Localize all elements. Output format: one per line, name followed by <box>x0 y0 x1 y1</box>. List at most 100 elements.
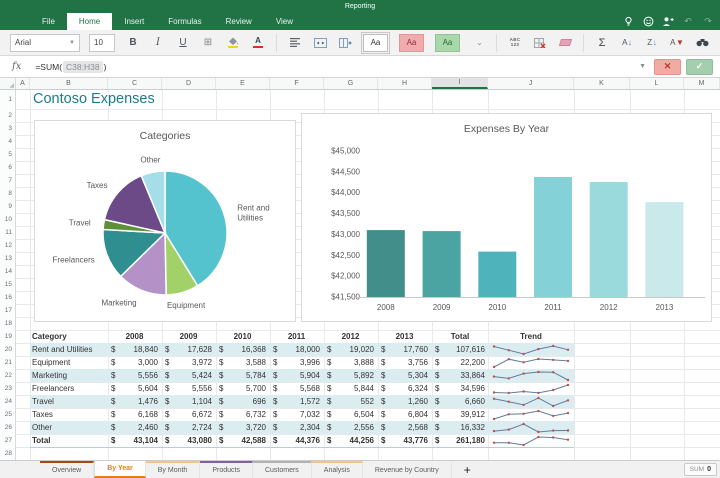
cell-value[interactable]: $1,476 <box>108 395 162 408</box>
column-header-F[interactable]: F <box>270 78 324 89</box>
quick-sum-badge[interactable]: SUM 0 <box>684 463 717 476</box>
row-header-23[interactable]: 23 <box>0 382 15 395</box>
cell-trend[interactable] <box>488 356 574 369</box>
sheet-tab-revenue-by-country[interactable]: Revenue by Country <box>363 461 452 478</box>
cell-value[interactable]: $5,904 <box>270 369 324 382</box>
row-header-3[interactable]: 3 <box>0 122 15 135</box>
cell-category[interactable]: Freelancers <box>30 382 108 395</box>
cell-value[interactable]: $43,776 <box>378 434 432 447</box>
row-header-12[interactable]: 12 <box>0 239 15 252</box>
row-header-2[interactable]: 2 <box>0 109 15 122</box>
cell-value[interactable]: $5,556 <box>108 369 162 382</box>
fx-icon[interactable]: fx <box>12 61 21 72</box>
cell-trend[interactable] <box>488 395 574 408</box>
cell-value[interactable]: $5,604 <box>108 382 162 395</box>
row-header-26[interactable]: 26 <box>0 421 15 434</box>
row-header-7[interactable]: 7 <box>0 174 15 187</box>
cell-value[interactable]: $5,700 <box>216 382 270 395</box>
cell-value[interactable]: $1,260 <box>378 395 432 408</box>
cell-value[interactable]: $5,784 <box>216 369 270 382</box>
cell-category[interactable]: Rent and Utilities <box>30 343 108 356</box>
row-header-17[interactable]: 17 <box>0 304 15 317</box>
share-icon[interactable] <box>662 16 674 28</box>
cell-value[interactable]: $5,844 <box>324 382 378 395</box>
cell-value[interactable]: $2,556 <box>324 421 378 434</box>
cell-value[interactable]: $2,568 <box>378 421 432 434</box>
row-header-18[interactable]: 18 <box>0 317 15 330</box>
confirm-entry-button[interactable]: ✓ <box>686 59 713 75</box>
filter-button[interactable]: A▼ <box>670 34 684 51</box>
row-header-14[interactable]: 14 <box>0 265 15 278</box>
cell-value[interactable]: $43,080 <box>162 434 216 447</box>
bar-chart[interactable]: Expenses By Year $45,000$44,500$44,000$4… <box>301 113 712 322</box>
cell-value[interactable]: $16,368 <box>216 343 270 356</box>
merge-cells-button[interactable] <box>313 34 327 51</box>
ribbon-tab-review[interactable]: Review <box>214 13 264 30</box>
undo-icon[interactable]: ↶ <box>682 16 694 28</box>
add-sheet-button[interactable]: + <box>452 461 483 478</box>
sheet-tab-by-month[interactable]: By Month <box>146 461 201 478</box>
more-styles-button[interactable]: ⌄ <box>471 34 485 51</box>
cell-trend[interactable] <box>488 343 574 356</box>
cell-value[interactable]: $5,892 <box>324 369 378 382</box>
cell-value[interactable]: $6,660 <box>432 395 488 408</box>
row-header-27[interactable]: 27 <box>0 434 15 447</box>
table-header-total[interactable]: Total <box>432 330 488 343</box>
cell-value[interactable]: $552 <box>324 395 378 408</box>
cell-value[interactable]: $5,304 <box>378 369 432 382</box>
cell-value[interactable]: $17,628 <box>162 343 216 356</box>
cell-value[interactable]: $6,732 <box>216 408 270 421</box>
insert-cells-button[interactable] <box>338 34 352 51</box>
cell-value[interactable]: $107,616 <box>432 343 488 356</box>
sheet-tab-overview[interactable]: Overview <box>40 461 94 478</box>
underline-button[interactable]: U <box>176 34 190 51</box>
cell-value[interactable]: $3,756 <box>378 356 432 369</box>
table-header-2012[interactable]: 2012 <box>324 330 378 343</box>
table-header-2009[interactable]: 2009 <box>162 330 216 343</box>
cell-value[interactable]: $7,032 <box>270 408 324 421</box>
cell-value[interactable]: $6,804 <box>378 408 432 421</box>
row-header-28[interactable]: 28 <box>0 447 15 460</box>
cell-value[interactable]: $3,972 <box>162 356 216 369</box>
cell-value[interactable]: $39,912 <box>432 408 488 421</box>
cell-value[interactable]: $3,720 <box>216 421 270 434</box>
cell-value[interactable]: $3,888 <box>324 356 378 369</box>
cell-category[interactable]: Travel <box>30 395 108 408</box>
row-header-21[interactable]: 21 <box>0 356 15 369</box>
font-size-select[interactable]: 10 <box>89 34 115 52</box>
column-header-L[interactable]: L <box>630 78 684 89</box>
formula-input[interactable]: =SUM( C38:H38 ) <box>35 61 106 73</box>
cell-category[interactable]: Total <box>30 434 108 447</box>
row-header-20[interactable]: 20 <box>0 343 15 356</box>
column-header-A[interactable]: A <box>16 78 30 89</box>
cell-value[interactable]: $1,572 <box>270 395 324 408</box>
cell-value[interactable]: $5,424 <box>162 369 216 382</box>
ribbon-tab-insert[interactable]: Insert <box>112 13 156 30</box>
column-header-C[interactable]: C <box>108 78 162 89</box>
row-header-16[interactable]: 16 <box>0 291 15 304</box>
table-header-2010[interactable]: 2010 <box>216 330 270 343</box>
cell-value[interactable]: $43,104 <box>108 434 162 447</box>
row-header-10[interactable]: 10 <box>0 213 15 226</box>
cell-trend[interactable] <box>488 408 574 421</box>
redo-icon[interactable]: ↷ <box>702 16 714 28</box>
cell-trend[interactable] <box>488 421 574 434</box>
sheet-tab-by-year[interactable]: By Year <box>94 461 146 478</box>
cell-value[interactable]: $5,556 <box>162 382 216 395</box>
column-header-D[interactable]: D <box>162 78 216 89</box>
table-header-category[interactable]: Category <box>30 330 108 343</box>
cell-value[interactable]: $261,180 <box>432 434 488 447</box>
select-all-button[interactable]: ◢ <box>0 78 16 89</box>
cell-value[interactable]: $19,020 <box>324 343 378 356</box>
table-header-2008[interactable]: 2008 <box>108 330 162 343</box>
sheet-tab-analysis[interactable]: Analysis <box>312 461 363 478</box>
row-header-19[interactable]: 19 <box>0 330 15 343</box>
borders-icon[interactable]: ⊞ <box>201 34 215 51</box>
bold-button[interactable]: B <box>126 34 140 51</box>
column-header-B[interactable]: B <box>30 78 108 89</box>
cell-category[interactable]: Taxes <box>30 408 108 421</box>
cell-value[interactable]: $696 <box>216 395 270 408</box>
table-header-2013[interactable]: 2013 <box>378 330 432 343</box>
cell-value[interactable]: $34,596 <box>432 382 488 395</box>
sheet-tab-customers[interactable]: Customers <box>253 461 312 478</box>
